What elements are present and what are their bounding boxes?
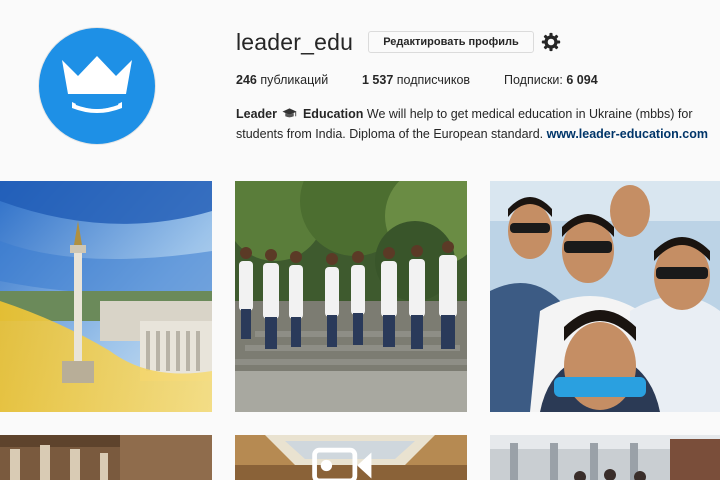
profile-username: leader_edu <box>236 29 354 55</box>
profile-bio: Leader Education We will help to get med… <box>236 104 716 144</box>
profile-avatar[interactable] <box>38 27 156 145</box>
photo-students-group <box>235 181 467 412</box>
post-tile[interactable]: photo-building-street <box>490 435 720 480</box>
photo-students-selfie <box>490 181 720 412</box>
bio-name-part2: Education <box>302 107 364 121</box>
video-camera-icon <box>312 447 372 480</box>
post-tile[interactable]: photo-kyiv-monument <box>0 181 212 412</box>
posts-stat: 246 публикаций <box>236 73 328 87</box>
following-count: 6 094 <box>566 73 598 87</box>
post-tile[interactable]: photo-students-selfie <box>490 181 720 412</box>
bio-website-link[interactable]: www.leader-education.com <box>547 127 708 141</box>
post-tile[interactable]: photo-interior-columns <box>0 435 212 480</box>
posts-count: 246 <box>236 73 257 87</box>
following-stat[interactable]: Подписки: 6 094 <box>504 73 598 87</box>
graduation-cap-icon <box>282 108 298 118</box>
photo-kyiv-monument <box>0 181 212 412</box>
photo-interior-columns <box>0 435 212 480</box>
followers-label: подписчиков <box>396 73 471 87</box>
followers-stat[interactable]: 1 537 подписчиков <box>362 73 470 87</box>
gear-icon[interactable] <box>540 31 562 53</box>
followers-count: 1 537 <box>362 73 394 87</box>
bio-name-part1: Leader <box>236 107 277 121</box>
edit-profile-button[interactable]: Редактировать профиль <box>368 31 534 53</box>
photo-building-street <box>490 435 720 480</box>
following-label: Подписки: <box>504 73 563 87</box>
crown-logo-icon <box>62 56 132 113</box>
post-tile[interactable]: video-ceiling <box>235 435 467 480</box>
post-tile[interactable]: photo-students-group <box>235 181 467 412</box>
posts-label: публикаций <box>260 73 329 87</box>
